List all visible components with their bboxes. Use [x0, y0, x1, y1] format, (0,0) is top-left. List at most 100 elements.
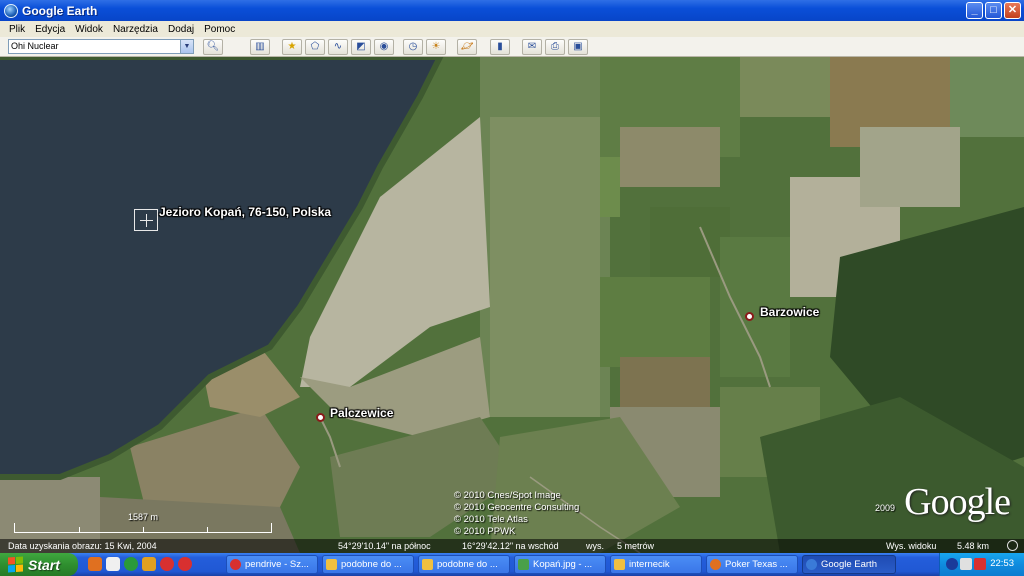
task-podobne-2[interactable]: podobne do ...	[418, 555, 510, 574]
menu-bar: Plik Edycja Widok Narzędzia Dodaj Pomoc	[0, 21, 1024, 37]
latitude-readout: 54°29'10.14" na północ	[338, 541, 431, 551]
task-poker-texas[interactable]: Poker Texas ...	[706, 555, 798, 574]
sidebar-toggle-icon: ▥	[255, 41, 265, 52]
task-label: Google Earth	[821, 559, 877, 570]
clock[interactable]: 22:53	[990, 558, 1014, 569]
historical-imagery-button[interactable]: ◷	[403, 39, 423, 55]
task-internecik[interactable]: internecik	[610, 555, 702, 574]
system-tray: 22:53	[939, 553, 1024, 576]
menu-edycja[interactable]: Edycja	[30, 24, 70, 35]
path-button[interactable]: ∿	[328, 39, 348, 55]
close-button[interactable]: ✕	[1004, 2, 1021, 19]
task-google-earth[interactable]: Google Earth	[802, 555, 896, 574]
menu-narzedzia[interactable]: Narzędzia	[108, 24, 163, 35]
windows-logo-icon	[8, 556, 23, 573]
firefox-icon	[710, 559, 721, 570]
google-earth-icon	[806, 559, 817, 570]
label-barzowice[interactable]: Barzowice	[760, 305, 819, 319]
window-title: Google Earth	[22, 3, 98, 18]
placemark-palczewice[interactable]	[316, 413, 325, 422]
search-icon: 🔍︎	[206, 41, 220, 52]
opera-quicklaunch-icon[interactable]	[160, 557, 174, 571]
copyright-line: © 2010 Tele Atlas	[454, 514, 528, 525]
image-overlay-icon: ◩	[356, 41, 366, 52]
menu-dodaj[interactable]: Dodaj	[163, 24, 199, 35]
window-controls: _ □ ✕	[966, 2, 1021, 19]
menu-pomoc[interactable]: Pomoc	[199, 24, 240, 35]
firefox-quicklaunch-icon[interactable]	[88, 557, 102, 571]
polygon-icon: ⬠	[310, 41, 320, 52]
opera-icon	[230, 559, 241, 570]
email-icon: ✉	[527, 41, 537, 52]
copyright-line: © 2010 Cnes/Spot Image	[454, 490, 561, 501]
chevron-down-icon[interactable]: ▼	[180, 40, 193, 53]
eye-altitude-value: 5.48 km	[957, 541, 990, 551]
print-button[interactable]: ⎙	[545, 39, 565, 55]
folder-icon	[326, 559, 337, 570]
longitude-readout: 16°29'42.12" na wschód	[462, 541, 559, 551]
search-input[interactable]: Ohi Nuclear ▼	[8, 39, 194, 54]
save-image-button[interactable]: ▣	[568, 39, 588, 55]
record-tour-icon: ◉	[379, 41, 389, 52]
opera-quicklaunch-icon[interactable]	[178, 557, 192, 571]
scale-bar	[14, 523, 272, 533]
image-file-icon	[518, 559, 529, 570]
search-value: Ohi Nuclear	[11, 41, 59, 51]
sunlight-button[interactable]: ☀	[426, 39, 446, 55]
label-jezioro-kopan[interactable]: Jezioro Kopań, 76-150, Polska	[159, 205, 331, 219]
imagery-copyright: © 2010 Cnes/Spot Image © 2010 Geocentre …	[454, 490, 579, 538]
chrome-quicklaunch-icon[interactable]	[124, 557, 138, 571]
record-tour-button[interactable]: ◉	[374, 39, 394, 55]
print-icon: ⎙	[551, 41, 559, 52]
streaming-indicator-icon	[1007, 540, 1018, 551]
start-label: Start	[28, 556, 60, 573]
label-palczewice[interactable]: Palczewice	[330, 406, 393, 420]
placemark-icon: ★	[287, 41, 297, 52]
ruler-button[interactable]: ▮	[490, 39, 510, 55]
ruler-icon: ▮	[497, 41, 503, 52]
start-button[interactable]: Start	[0, 553, 78, 576]
map-view[interactable]: Jezioro Kopań, 76-150, Polska Barzowice …	[0, 57, 1024, 553]
sunlight-icon: ☀	[431, 41, 441, 52]
sidebar-toggle-button[interactable]: ▥	[250, 39, 270, 55]
scale-tick	[79, 527, 80, 532]
tray-arrow-icon[interactable]	[946, 558, 958, 570]
google-earth-icon	[4, 3, 18, 18]
eye-altitude-label: Wys. widoku	[886, 541, 937, 551]
copyright-line: © 2010 Geocentre Consulting	[454, 502, 580, 513]
folder-icon	[422, 559, 433, 570]
placemark-barzowice[interactable]	[745, 312, 754, 321]
status-bar: Data uzyskania obrazu: 15 Kwi, 2004 54°2…	[0, 539, 1024, 553]
scale-tick	[207, 527, 208, 532]
taskbar: Start pendrive - Sz... podobne do ... po…	[0, 553, 1024, 576]
network-icon[interactable]	[960, 558, 972, 570]
email-button[interactable]: ✉	[522, 39, 542, 55]
app-quicklaunch-icon[interactable]	[142, 557, 156, 571]
elevation-value: 5 metrów	[617, 541, 655, 551]
path-icon: ∿	[333, 41, 343, 52]
scale-label: 1587 m	[128, 512, 159, 522]
menu-plik[interactable]: Plik	[4, 24, 30, 35]
elevation-label: wys.	[586, 541, 604, 551]
documents-quicklaunch-icon[interactable]	[106, 557, 120, 571]
task-label: podobne do ...	[437, 559, 498, 570]
planets-button[interactable]: 🪐︎	[457, 39, 477, 55]
crosshair-marker-icon	[134, 209, 158, 231]
planets-icon: 🪐︎	[460, 41, 474, 52]
image-overlay-button[interactable]: ◩	[351, 39, 371, 55]
task-pendrive[interactable]: pendrive - Sz...	[226, 555, 318, 574]
maximize-button[interactable]: □	[985, 2, 1002, 19]
task-kopan-jpg[interactable]: Kopań.jpg - ...	[514, 555, 606, 574]
placemark-button[interactable]: ★	[282, 39, 302, 55]
menu-widok[interactable]: Widok	[70, 24, 108, 35]
task-label: internecik	[629, 559, 670, 570]
polygon-button[interactable]: ⬠	[305, 39, 325, 55]
minimize-button[interactable]: _	[966, 2, 983, 19]
security-icon[interactable]	[974, 558, 986, 570]
task-podobne-1[interactable]: podobne do ...	[322, 555, 414, 574]
title-bar: Google Earth _ □ ✕	[0, 0, 1024, 21]
historical-imagery-icon: ◷	[408, 41, 418, 52]
task-label: Poker Texas ...	[725, 559, 788, 570]
google-logo: Google	[904, 481, 1011, 523]
search-button[interactable]: 🔍︎	[203, 39, 223, 55]
